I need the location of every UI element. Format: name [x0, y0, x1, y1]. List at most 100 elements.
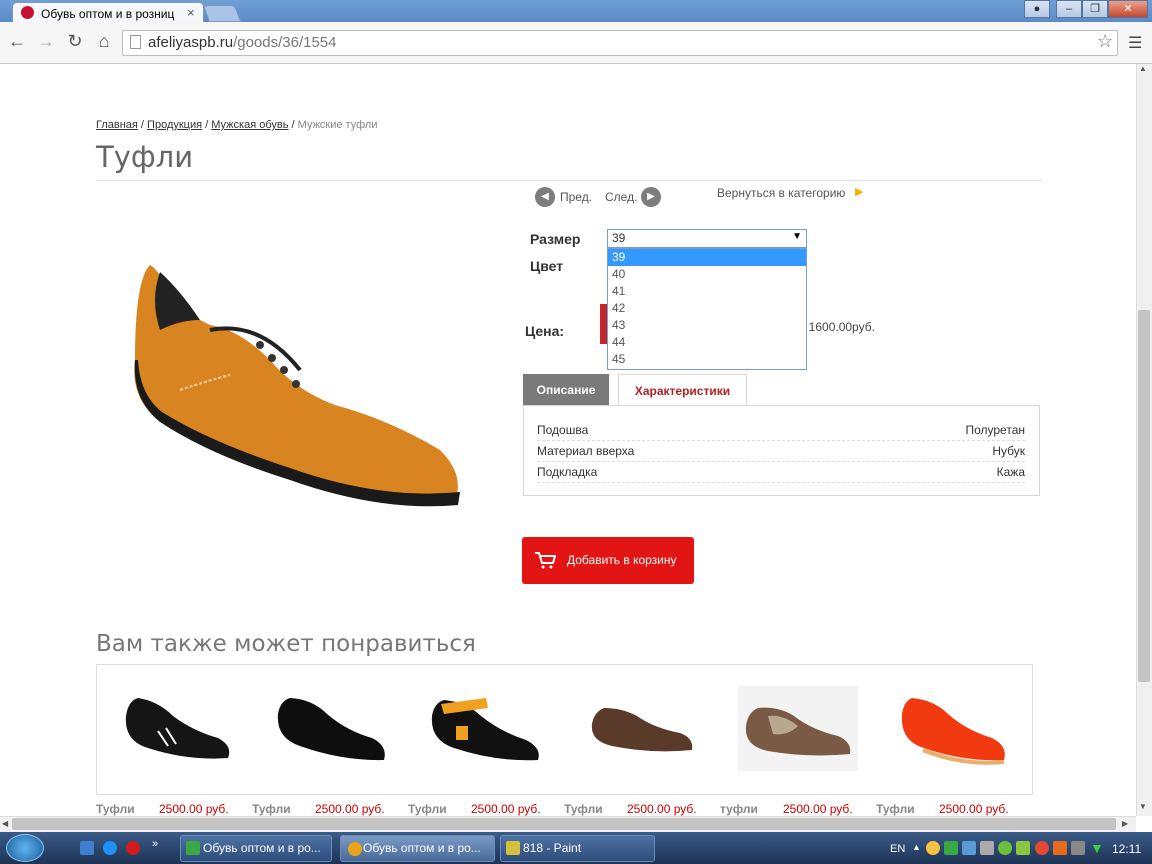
size-option[interactable]: 42 — [608, 300, 806, 317]
product-image[interactable] — [120, 250, 470, 520]
browser-tab[interactable]: Обувь оптом и в розниц — [12, 2, 204, 23]
characteristic-row: Подкладка Кажа — [537, 462, 1025, 483]
tray-expand-icon[interactable]: ▲ — [912, 842, 921, 852]
size-option[interactable]: 45 — [608, 351, 806, 368]
reload-button[interactable]: ↻ — [64, 30, 86, 52]
tray-icon[interactable] — [926, 841, 940, 855]
breadcrumb-products[interactable]: Продукция — [147, 119, 202, 131]
cart-icon — [535, 552, 556, 569]
size-option[interactable]: 44 — [608, 334, 806, 351]
home-button[interactable]: ⌂ — [93, 30, 115, 52]
profile-icon[interactable]: ● — [1024, 0, 1050, 18]
language-indicator[interactable]: EN — [890, 843, 905, 855]
close-window-button[interactable]: ✕ — [1108, 0, 1148, 18]
characteristic-row: Материал вверха Нубук — [537, 441, 1025, 462]
scroll-up-icon[interactable]: ▲ — [1139, 64, 1147, 73]
tab-title: Обувь оптом и в розниц — [41, 7, 175, 21]
breadcrumb-home[interactable]: Главная — [96, 119, 138, 131]
size-option[interactable]: 39 — [608, 249, 806, 266]
recommended-product-price: 2500.00 руб. — [783, 802, 853, 816]
size-option[interactable]: 41 — [608, 283, 806, 300]
taskbar-item[interactable]: 818 - Paint — [500, 835, 655, 862]
maximize-button[interactable]: ❐ — [1082, 0, 1108, 18]
volume-icon[interactable] — [1071, 841, 1085, 855]
taskbar-item[interactable]: Обувь оптом и в ро... — [340, 835, 495, 862]
recommended-product-price: 2500.00 руб. — [159, 802, 229, 816]
ie-icon[interactable] — [103, 841, 117, 855]
triangle-right-icon: ▶ — [855, 186, 864, 198]
recommended-product-price: 2500.00 руб. — [315, 802, 385, 816]
close-tab-icon[interactable]: × — [187, 5, 195, 20]
taskbar-clock[interactable]: 12:11 — [1112, 842, 1141, 856]
recommended-product-image[interactable] — [118, 686, 238, 771]
recommended-product-image[interactable] — [892, 686, 1012, 771]
tray-icon[interactable] — [1035, 841, 1049, 855]
app-icon — [186, 841, 200, 855]
recommended-product-name[interactable]: Туфли — [876, 802, 915, 816]
recommended-product-price: 2500.00 руб. — [627, 802, 697, 816]
tray-icon[interactable] — [1016, 841, 1030, 855]
size-option[interactable]: 43 — [608, 317, 806, 334]
recommendations-title: Вам также может понравиться — [96, 631, 476, 657]
recommended-product-price: 2500.00 руб. — [939, 802, 1009, 816]
tab-characteristics[interactable]: Характеристики — [618, 374, 747, 407]
recommended-product-name[interactable]: Туфли — [96, 802, 135, 816]
back-button[interactable]: ← — [6, 30, 28, 52]
menu-icon[interactable]: ☰ — [1128, 33, 1142, 53]
size-select[interactable]: 39 ▼ — [607, 229, 807, 248]
title-divider — [96, 180, 1042, 181]
size-select-value: 39 — [612, 231, 626, 245]
recommended-product-image[interactable] — [738, 686, 858, 771]
size-dropdown-list[interactable]: 39 40 41 42 43 44 45 — [607, 248, 807, 370]
characteristic-row: Подошва Полуретан — [537, 420, 1025, 441]
scroll-right-icon[interactable]: ▶ — [1122, 819, 1128, 828]
tray-icon[interactable] — [998, 841, 1012, 855]
paint-icon — [506, 841, 520, 855]
chevron-down-icon: ▼ — [792, 231, 802, 242]
horizontal-scroll-thumb[interactable] — [12, 818, 1116, 830]
next-arrow-icon[interactable]: ▶ — [641, 187, 661, 207]
quicklaunch-more-icon[interactable]: » — [152, 838, 158, 850]
recommended-product-image[interactable] — [582, 686, 702, 771]
color-label: Цвет — [530, 258, 564, 274]
url-text[interactable]: afeliyaspb.ru/goods/36/1554 — [148, 34, 337, 51]
taskbar-item[interactable]: Обувь оптом и в ро... — [180, 835, 332, 862]
opera-icon[interactable] — [126, 841, 140, 855]
scroll-left-icon[interactable]: ◀ — [2, 819, 8, 828]
explorer-icon[interactable] — [80, 841, 94, 855]
network-icon[interactable]: ▼ — [1090, 840, 1104, 856]
recommended-product-name[interactable]: Туфли — [564, 802, 603, 816]
tab-description[interactable]: Описание — [523, 374, 609, 406]
prev-arrow-icon[interactable]: ◀ — [535, 187, 555, 207]
breadcrumb-mens-shoes[interactable]: Мужская обувь — [211, 119, 288, 131]
scroll-down-icon[interactable]: ▼ — [1139, 802, 1147, 811]
size-option[interactable]: 40 — [608, 266, 806, 283]
size-label: Размер — [530, 231, 581, 247]
recommended-product-price: 2500.00 руб. — [471, 802, 541, 816]
recommended-product-image[interactable] — [272, 686, 392, 771]
tray-icon[interactable] — [1053, 841, 1067, 855]
next-link[interactable]: След. — [605, 190, 637, 204]
recommended-product-name[interactable]: туфли — [720, 802, 758, 816]
page-title: Туфли — [96, 140, 194, 174]
recommended-product-image[interactable] — [426, 686, 546, 771]
start-button[interactable] — [6, 834, 44, 862]
price-value: : 1600.00руб. — [802, 320, 875, 334]
back-to-category-link[interactable]: Вернуться в категорию — [717, 186, 845, 200]
tray-icon[interactable] — [962, 841, 976, 855]
site-favicon-icon — [21, 6, 34, 19]
tray-icon[interactable] — [944, 841, 958, 855]
breadcrumb-current[interactable]: Мужские туфли — [298, 119, 378, 131]
tray-icon[interactable] — [980, 841, 994, 855]
prev-link[interactable]: Пред. — [560, 190, 592, 204]
bookmark-star-icon[interactable]: ☆ — [1097, 31, 1113, 52]
new-tab-button[interactable] — [202, 5, 242, 22]
vertical-scroll-thumb[interactable] — [1138, 310, 1150, 682]
forward-button[interactable]: → — [35, 30, 57, 52]
price-label: Цена: — [525, 323, 565, 339]
recommended-product-name[interactable]: Туфли — [252, 802, 291, 816]
breadcrumb: Главная / Продукция / Мужская обувь / Му… — [96, 119, 378, 131]
recommended-product-name[interactable]: Туфли — [408, 802, 447, 816]
page-icon — [130, 35, 141, 49]
minimize-button[interactable]: – — [1056, 0, 1082, 18]
